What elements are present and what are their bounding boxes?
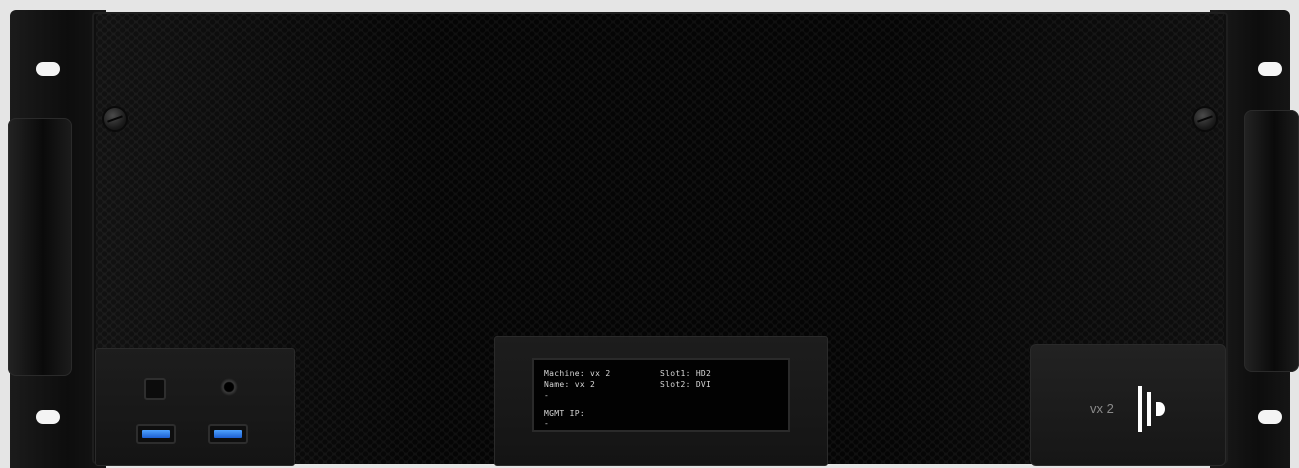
right-thumb-screw-icon[interactable] <box>1194 108 1216 130</box>
right-top-mount-hole <box>1258 62 1282 76</box>
right-bottom-mount-hole <box>1258 410 1282 424</box>
lcd-line-slot1: Slot1: HD2 <box>660 369 712 378</box>
left-thumb-screw-icon[interactable] <box>104 108 126 130</box>
lcd-line-name: Name: vx 2 <box>544 380 596 389</box>
model-label: vx 2 <box>1090 401 1114 416</box>
front-io-module <box>95 348 295 466</box>
status-lcd: Machine: vx 2 Name: vx 2 - MGMT IP: - Sl… <box>532 358 790 432</box>
left-bottom-mount-hole <box>36 410 60 424</box>
left-top-mount-hole <box>36 62 60 76</box>
lcd-line-ip-value: - <box>544 419 550 428</box>
left-handle[interactable] <box>8 118 72 376</box>
brand-module <box>1030 344 1226 466</box>
lcd-line-machine: Machine: vx 2 <box>544 369 611 378</box>
lcd-line-mgmt-ip: MGMT IP: <box>544 409 585 418</box>
lcd-line-dash: - <box>544 391 550 400</box>
power-button-icon[interactable] <box>144 378 166 400</box>
audio-jack-icon[interactable] <box>220 378 238 396</box>
right-handle[interactable] <box>1244 110 1299 372</box>
vx-logo-icon <box>1138 386 1165 432</box>
usb-port-icon[interactable] <box>136 424 176 444</box>
usb-port-icon[interactable] <box>208 424 248 444</box>
lcd-line-slot2: Slot2: DVI <box>660 380 712 389</box>
